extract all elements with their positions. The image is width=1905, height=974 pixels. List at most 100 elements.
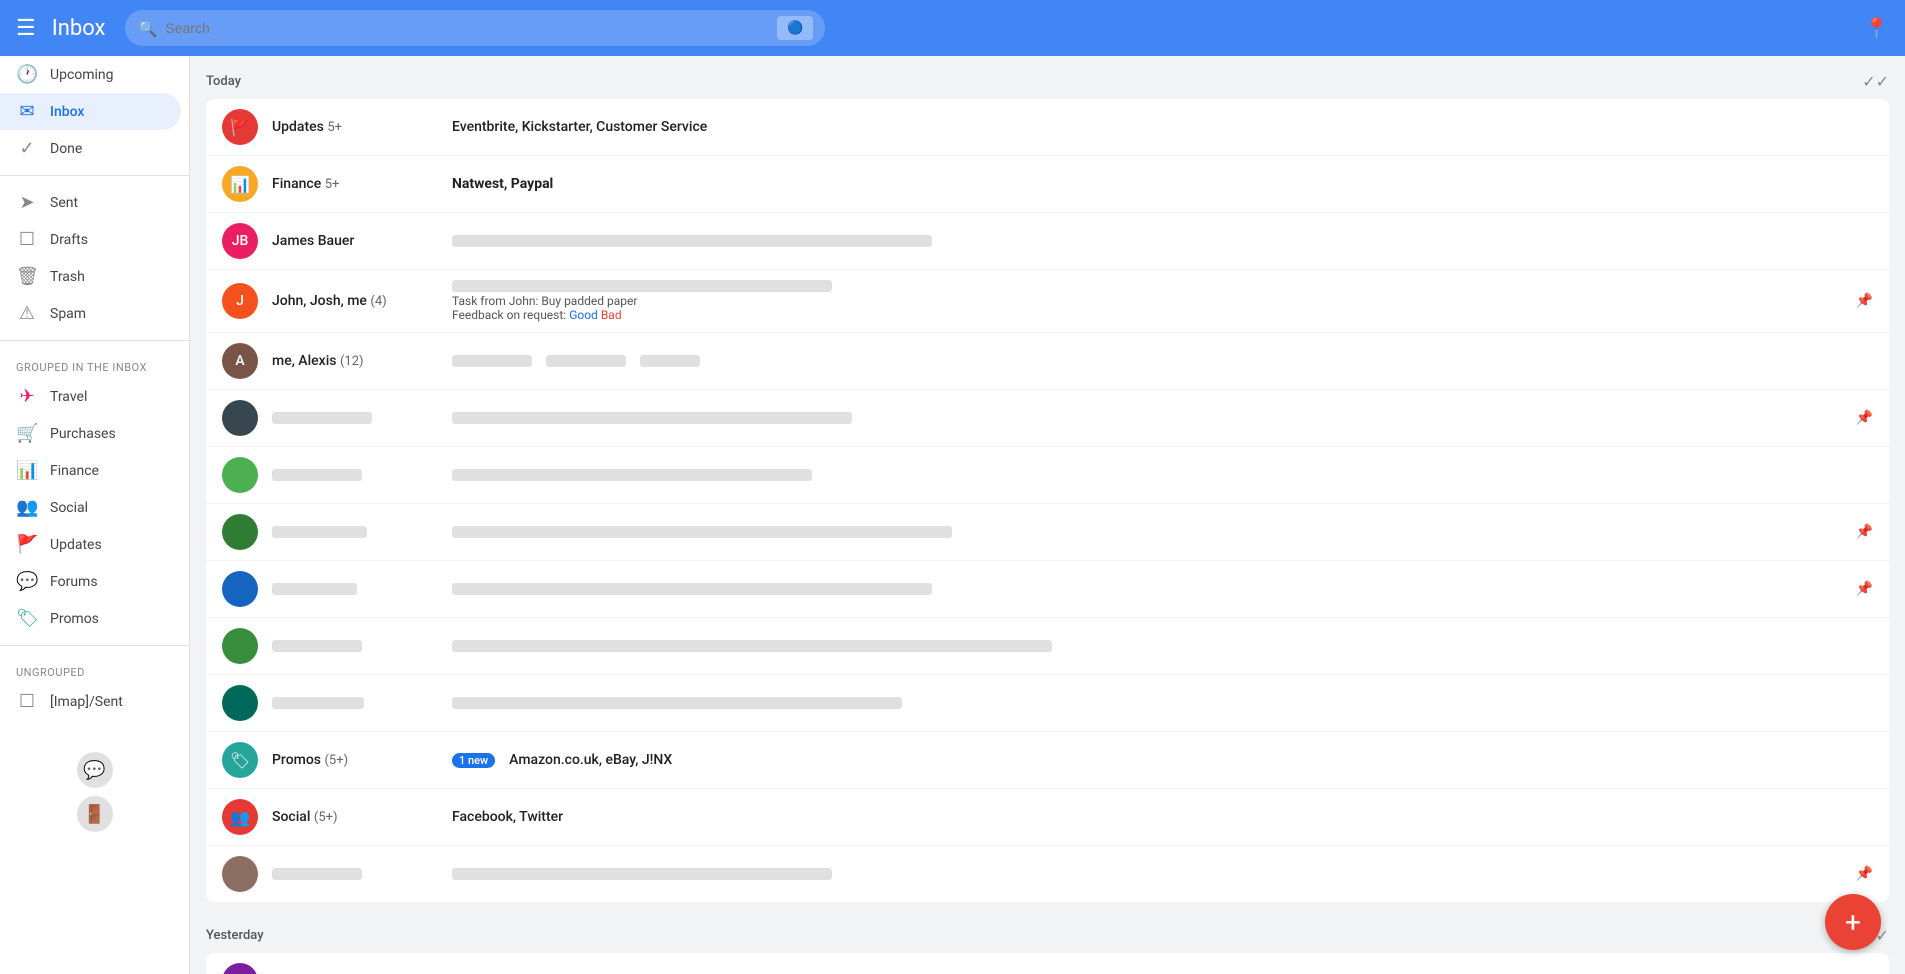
email-sender: [272, 467, 452, 483]
sidebar-item-updates[interactable]: 🚩 Updates: [0, 526, 181, 563]
feedback-icon[interactable]: 💬: [77, 752, 113, 788]
sidebar-item-finance[interactable]: 📊 Finance: [0, 452, 181, 489]
email-subject-blurred: [452, 640, 1052, 652]
email-content: Eventbrite, Kickstarter, Customer Servic…: [452, 119, 1873, 135]
pin-icon: 📌: [1856, 581, 1873, 597]
email-sender: Updates 5+: [272, 119, 452, 135]
social-icon: 👥: [16, 497, 38, 518]
email-list-content: Today ✓✓ 🚩 Updates 5+ Eventbrite, Kicks: [190, 56, 1905, 974]
email-content: Task from John: Buy padded paper Feedbac…: [452, 280, 1844, 322]
sidebar-item-inbox[interactable]: ✉ Inbox: [0, 93, 181, 130]
email-content: [452, 412, 1844, 424]
email-content: [452, 697, 1873, 709]
pin-icon: 📌: [1856, 866, 1873, 882]
sidebar-item-imap-sent[interactable]: ☐ [Imap]/Sent: [0, 683, 181, 720]
table-row[interactable]: 👥 Social (5+) Facebook, Twitter: [206, 789, 1889, 846]
email-meta: 📌: [1856, 410, 1873, 426]
email-meta: 📌: [1856, 524, 1873, 540]
assist-button[interactable]: 🔵: [777, 16, 813, 40]
table-row[interactable]: 📌: [206, 390, 1889, 447]
sidebar-item-drafts[interactable]: ☐ Drafts: [0, 221, 181, 258]
pin-icon: 📌: [1856, 293, 1873, 309]
compose-button[interactable]: +: [1825, 894, 1881, 950]
blurred3: [640, 355, 700, 367]
email-content: Natwest, Paypal: [452, 176, 1873, 192]
upcoming-icon: 🕐: [16, 64, 38, 85]
sidebar-item-forums[interactable]: 💬 Forums: [0, 563, 181, 600]
table-row[interactable]: 🏷 Promos (5+) 1 new Amazon.co.uk, eBay, …: [206, 732, 1889, 789]
table-row[interactable]: 🚩 Updates 5+ Eventbrite, Kickstarter, Cu…: [206, 99, 1889, 156]
email-task: Task from John: Buy padded paper Feedbac…: [452, 294, 1844, 322]
grouped-label: Grouped in the Inbox: [0, 349, 189, 378]
table-row[interactable]: JB James Bauer: [206, 213, 1889, 270]
sidebar-item-social[interactable]: 👥 Social: [0, 489, 181, 526]
done-icon: ✓: [16, 138, 38, 159]
email-content: [452, 355, 1873, 367]
avatar: [222, 571, 258, 607]
promos-icon: 🏷: [16, 608, 38, 629]
table-row[interactable]: [206, 618, 1889, 675]
email-content: [452, 868, 1844, 880]
topbar: ☰ Inbox 🔍 🔵 📍: [0, 0, 1905, 56]
pin-icon: 📌: [1856, 524, 1873, 540]
email-sender: [272, 410, 452, 426]
avatar: [222, 856, 258, 892]
email-meta: 📌: [1856, 581, 1873, 597]
yesterday-email-list: E Sam Bellswater 🟡 You're invited to 📌: [206, 953, 1889, 974]
table-row[interactable]: [206, 447, 1889, 504]
email-sender: James Bauer: [272, 233, 452, 249]
sidebar-item-purchases[interactable]: 🛒 Purchases: [0, 415, 181, 452]
updates-icon: 🚩: [16, 534, 38, 555]
app-title: Inbox: [52, 16, 106, 41]
search-icon: 🔍: [137, 19, 157, 38]
sent-icon: ➤: [16, 192, 38, 213]
email-subject-blurred: [452, 697, 902, 709]
table-row[interactable]: [206, 953, 1889, 974]
drafts-icon: ☐: [16, 229, 38, 250]
avatar: [222, 514, 258, 550]
table-row[interactable]: [206, 675, 1889, 732]
avatar: 📊: [222, 166, 258, 202]
sidebar-item-upcoming[interactable]: 🕐 Upcoming: [0, 56, 181, 93]
sidebar-item-sent[interactable]: ➤ Sent: [0, 184, 181, 221]
menu-icon[interactable]: ☰: [16, 16, 36, 41]
sidebar-item-promos[interactable]: 🏷 Promos: [0, 600, 181, 637]
sidebar-item-travel[interactable]: ✈ Travel: [0, 378, 181, 415]
notification-icon[interactable]: 📍: [1864, 16, 1889, 40]
sidebar: 🕐 Upcoming ✉ Inbox ✓ Done ➤ Sent ☐ Draft…: [0, 56, 190, 974]
email-sender: John, Josh, me (4): [272, 293, 452, 309]
done-all-today[interactable]: ✓✓: [1862, 72, 1889, 91]
purchases-icon: 🛒: [16, 423, 38, 444]
feedback-bad-btn[interactable]: Bad: [601, 308, 622, 322]
forums-icon: 💬: [16, 571, 38, 592]
sidebar-item-done[interactable]: ✓ Done: [0, 130, 181, 167]
avatar: 🏷: [222, 742, 258, 778]
feedback-good-btn[interactable]: Good: [569, 308, 598, 322]
avatar: J: [222, 283, 258, 319]
spam-icon: ⚠: [16, 303, 38, 324]
email-sender: [272, 638, 452, 654]
email-subject-blurred: [452, 280, 832, 292]
yesterday-group: Yesterday ✓✓ E Sam Bellswater: [190, 910, 1905, 974]
sidebar-item-spam[interactable]: ⚠ Spam: [0, 295, 181, 332]
email-content: [452, 583, 1844, 595]
email-content: [452, 469, 1873, 481]
finance-icon: 📊: [16, 460, 38, 481]
avatar: 🚩: [222, 109, 258, 145]
exit-icon[interactable]: 🚪: [77, 796, 113, 832]
table-row[interactable]: 📊 Finance 5+ Natwest, Paypal: [206, 156, 1889, 213]
email-meta: 📌: [1856, 866, 1873, 882]
table-row[interactable]: 📌: [206, 846, 1889, 902]
email-subject-blurred: [452, 526, 952, 538]
table-row[interactable]: A me, Alexis (12): [206, 333, 1889, 390]
table-row[interactable]: 📌: [206, 504, 1889, 561]
table-row[interactable]: J John, Josh, me (4) Task from John: Buy…: [206, 270, 1889, 333]
email-sender: Promos (5+): [272, 752, 452, 768]
today-label: Today: [206, 74, 241, 89]
search-input[interactable]: [165, 20, 769, 36]
avatar: [222, 963, 258, 974]
email-sender: Finance 5+: [272, 176, 452, 192]
sidebar-item-trash[interactable]: 🗑 Trash: [0, 258, 181, 295]
blurred2: [546, 355, 626, 367]
table-row[interactable]: 📌: [206, 561, 1889, 618]
